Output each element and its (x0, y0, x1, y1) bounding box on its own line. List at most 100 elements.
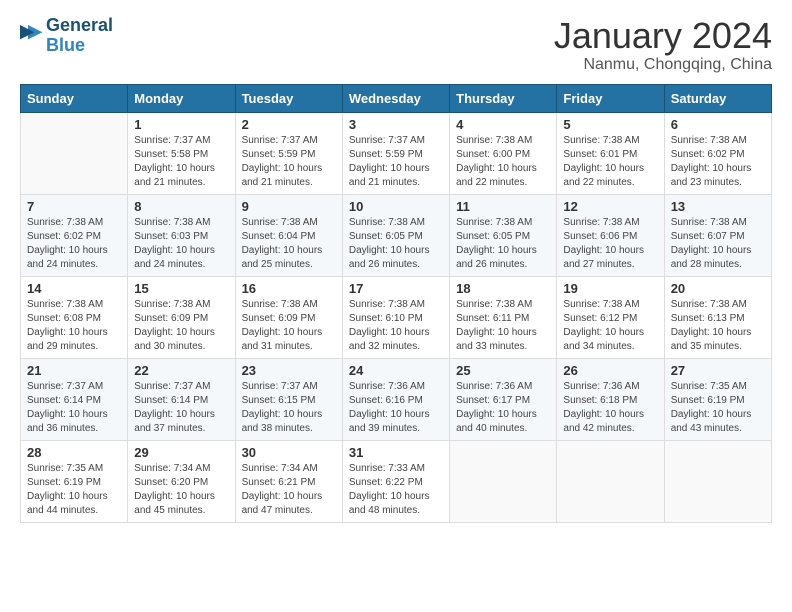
calendar-table: SundayMondayTuesdayWednesdayThursdayFrid… (20, 84, 772, 523)
logo: General Blue (20, 16, 113, 56)
day-cell: 30 Sunrise: 7:34 AM Sunset: 6:21 PM Dayli… (235, 440, 342, 522)
header-cell-monday: Monday (128, 84, 235, 112)
day-cell: 8 Sunrise: 7:38 AM Sunset: 6:03 PM Daylig… (128, 194, 235, 276)
day-info: Sunrise: 7:37 AM Sunset: 5:58 PM Dayligh… (134, 134, 228, 190)
day-number: 2 (242, 117, 336, 132)
day-info: Sunrise: 7:36 AM Sunset: 6:18 PM Dayligh… (563, 380, 657, 436)
day-number: 13 (671, 199, 765, 214)
day-cell: 10 Sunrise: 7:38 AM Sunset: 6:05 PM Dayli… (342, 194, 449, 276)
day-cell: 31Sunrise: 7:33 AM Sunset: 6:22 PM Dayli… (342, 440, 449, 522)
header-cell-sunday: Sunday (21, 84, 128, 112)
day-cell (557, 440, 664, 522)
month-title: January 2024 (554, 16, 772, 56)
day-number: 21 (27, 363, 121, 378)
day-cell: 1 Sunrise: 7:37 AM Sunset: 5:58 PM Daylig… (128, 112, 235, 194)
day-number: 25 (456, 363, 550, 378)
day-number: 28 (27, 445, 121, 460)
header-cell-tuesday: Tuesday (235, 84, 342, 112)
day-number: 8 (134, 199, 228, 214)
day-cell: 5 Sunrise: 7:38 AM Sunset: 6:01 PM Daylig… (557, 112, 664, 194)
day-number: 17 (349, 281, 443, 296)
header: General Blue January 2024 Nanmu, Chongqi… (20, 16, 772, 74)
day-info: Sunrise: 7:36 AM Sunset: 6:16 PM Dayligh… (349, 380, 443, 436)
day-cell: 19 Sunrise: 7:38 AM Sunset: 6:12 PM Dayli… (557, 276, 664, 358)
week-row-4: 21Sunrise: 7:37 AM Sunset: 6:14 PM Dayli… (21, 358, 772, 440)
day-info: Sunrise: 7:38 AM Sunset: 6:04 PM Dayligh… (242, 216, 336, 272)
day-number: 24 (349, 363, 443, 378)
day-number: 26 (563, 363, 657, 378)
day-cell: 3 Sunrise: 7:37 AM Sunset: 5:59 PM Daylig… (342, 112, 449, 194)
day-cell: 13 Sunrise: 7:38 AM Sunset: 6:07 PM Dayli… (664, 194, 771, 276)
page: General Blue January 2024 Nanmu, Chongqi… (0, 0, 792, 535)
day-info: Sunrise: 7:38 AM Sunset: 6:01 PM Dayligh… (563, 134, 657, 190)
header-cell-thursday: Thursday (450, 84, 557, 112)
day-number: 7 (27, 199, 121, 214)
day-cell: 2 Sunrise: 7:37 AM Sunset: 5:59 PM Daylig… (235, 112, 342, 194)
day-info: Sunrise: 7:38 AM Sunset: 6:12 PM Dayligh… (563, 298, 657, 354)
week-row-5: 28 Sunrise: 7:35 AM Sunset: 6:19 PM Dayli… (21, 440, 772, 522)
day-info: Sunrise: 7:34 AM Sunset: 6:21 PM Dayligh… (242, 462, 336, 518)
day-info: Sunrise: 7:38 AM Sunset: 6:07 PM Dayligh… (671, 216, 765, 272)
day-info: Sunrise: 7:38 AM Sunset: 6:13 PM Dayligh… (671, 298, 765, 354)
day-info: Sunrise: 7:35 AM Sunset: 6:19 PM Dayligh… (27, 462, 121, 518)
week-row-1: 1 Sunrise: 7:37 AM Sunset: 5:58 PM Daylig… (21, 112, 772, 194)
day-number: 23 (242, 363, 336, 378)
day-cell: 23 Sunrise: 7:37 AM Sunset: 6:15 PM Dayli… (235, 358, 342, 440)
day-info: Sunrise: 7:36 AM Sunset: 6:17 PM Dayligh… (456, 380, 550, 436)
day-number: 19 (563, 281, 657, 296)
day-number: 10 (349, 199, 443, 214)
day-cell: 9Sunrise: 7:38 AM Sunset: 6:04 PM Daylig… (235, 194, 342, 276)
header-cell-wednesday: Wednesday (342, 84, 449, 112)
day-info: Sunrise: 7:37 AM Sunset: 6:15 PM Dayligh… (242, 380, 336, 436)
day-number: 1 (134, 117, 228, 132)
day-cell (450, 440, 557, 522)
day-info: Sunrise: 7:37 AM Sunset: 5:59 PM Dayligh… (242, 134, 336, 190)
location: Nanmu, Chongqing, China (554, 56, 772, 74)
day-number: 4 (456, 117, 550, 132)
day-number: 6 (671, 117, 765, 132)
day-info: Sunrise: 7:37 AM Sunset: 5:59 PM Dayligh… (349, 134, 443, 190)
header-cell-saturday: Saturday (664, 84, 771, 112)
day-cell (664, 440, 771, 522)
day-cell: 14 Sunrise: 7:38 AM Sunset: 6:08 PM Dayli… (21, 276, 128, 358)
day-cell: 20 Sunrise: 7:38 AM Sunset: 6:13 PM Dayli… (664, 276, 771, 358)
day-number: 12 (563, 199, 657, 214)
day-cell: 7 Sunrise: 7:38 AM Sunset: 6:02 PM Daylig… (21, 194, 128, 276)
day-cell: 17 Sunrise: 7:38 AM Sunset: 6:10 PM Dayli… (342, 276, 449, 358)
title-block: January 2024 Nanmu, Chongqing, China (554, 16, 772, 74)
day-cell: 25 Sunrise: 7:36 AM Sunset: 6:17 PM Dayli… (450, 358, 557, 440)
day-info: Sunrise: 7:38 AM Sunset: 6:05 PM Dayligh… (456, 216, 550, 272)
day-number: 18 (456, 281, 550, 296)
logo-text: General Blue (46, 16, 113, 56)
week-row-3: 14 Sunrise: 7:38 AM Sunset: 6:08 PM Dayli… (21, 276, 772, 358)
day-info: Sunrise: 7:34 AM Sunset: 6:20 PM Dayligh… (134, 462, 228, 518)
day-cell: 29Sunrise: 7:34 AM Sunset: 6:20 PM Dayli… (128, 440, 235, 522)
day-info: Sunrise: 7:38 AM Sunset: 6:05 PM Dayligh… (349, 216, 443, 272)
day-info: Sunrise: 7:38 AM Sunset: 6:10 PM Dayligh… (349, 298, 443, 354)
day-number: 5 (563, 117, 657, 132)
day-number: 30 (242, 445, 336, 460)
day-info: Sunrise: 7:38 AM Sunset: 6:08 PM Dayligh… (27, 298, 121, 354)
day-info: Sunrise: 7:38 AM Sunset: 6:09 PM Dayligh… (134, 298, 228, 354)
day-cell: 21Sunrise: 7:37 AM Sunset: 6:14 PM Dayli… (21, 358, 128, 440)
header-row: SundayMondayTuesdayWednesdayThursdayFrid… (21, 84, 772, 112)
day-cell: 27Sunrise: 7:35 AM Sunset: 6:19 PM Dayli… (664, 358, 771, 440)
day-cell: 6Sunrise: 7:38 AM Sunset: 6:02 PM Daylig… (664, 112, 771, 194)
day-info: Sunrise: 7:38 AM Sunset: 6:03 PM Dayligh… (134, 216, 228, 272)
day-cell: 24 Sunrise: 7:36 AM Sunset: 6:16 PM Dayli… (342, 358, 449, 440)
header-cell-friday: Friday (557, 84, 664, 112)
day-number: 11 (456, 199, 550, 214)
day-cell: 18Sunrise: 7:38 AM Sunset: 6:11 PM Dayli… (450, 276, 557, 358)
day-number: 3 (349, 117, 443, 132)
day-number: 20 (671, 281, 765, 296)
day-info: Sunrise: 7:35 AM Sunset: 6:19 PM Dayligh… (671, 380, 765, 436)
day-info: Sunrise: 7:38 AM Sunset: 6:09 PM Dayligh… (242, 298, 336, 354)
day-cell: 11 Sunrise: 7:38 AM Sunset: 6:05 PM Dayli… (450, 194, 557, 276)
day-cell (21, 112, 128, 194)
day-info: Sunrise: 7:33 AM Sunset: 6:22 PM Dayligh… (349, 462, 443, 518)
day-number: 22 (134, 363, 228, 378)
day-number: 14 (27, 281, 121, 296)
week-row-2: 7 Sunrise: 7:38 AM Sunset: 6:02 PM Daylig… (21, 194, 772, 276)
day-cell: 22Sunrise: 7:37 AM Sunset: 6:14 PM Dayli… (128, 358, 235, 440)
day-info: Sunrise: 7:38 AM Sunset: 6:02 PM Dayligh… (27, 216, 121, 272)
